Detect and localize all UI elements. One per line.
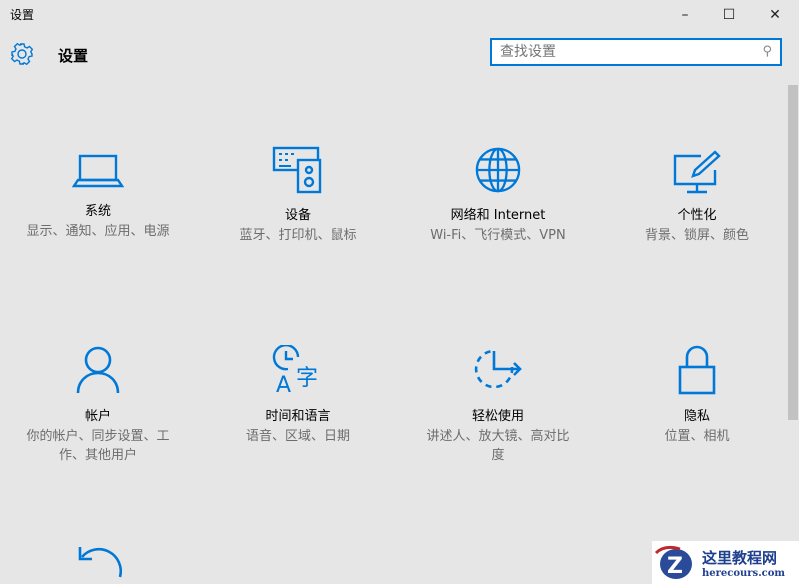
personalization-icon: [673, 150, 721, 194]
svg-text:Z: Z: [667, 554, 683, 579]
close-button[interactable]: ✕: [752, 0, 798, 30]
search-input[interactable]: [492, 40, 750, 64]
laptop-icon: [72, 154, 124, 188]
tile-title: 轻松使用: [471, 409, 524, 424]
tile-title: 网络和 Internet: [450, 208, 546, 223]
tile-subtitle: 背景、锁屏、颜色: [644, 228, 749, 243]
watermark-name: 这里教程网: [702, 548, 778, 567]
scrollbar-thumb[interactable]: [788, 85, 798, 420]
tile-title: 时间和语言: [265, 409, 331, 424]
watermark: Z 这里教程网 herecours.com: [652, 541, 799, 584]
tile-subtitle: 语音、区域、日期: [245, 429, 350, 444]
tile-accounts[interactable]: 帐户 你的帐户、同步设置、工作、其他用户: [13, 345, 183, 465]
update-icon: [78, 547, 123, 578]
lock-icon: [678, 345, 716, 395]
svg-text:字: 字: [296, 366, 318, 391]
minimize-button[interactable]: –: [662, 0, 708, 30]
tile-title: 系统: [84, 204, 111, 219]
tile-network[interactable]: 网络和 Internet Wi-Fi、飞行模式、VPN: [413, 146, 583, 245]
tile-subtitle: 显示、通知、应用、电源: [26, 224, 170, 239]
gear-icon: [10, 42, 34, 66]
tile-title: 个性化: [677, 208, 717, 223]
tile-subtitle: Wi-Fi、飞行模式、VPN: [430, 228, 566, 243]
devices-icon: [272, 146, 322, 194]
tile-update-security[interactable]: [13, 543, 183, 584]
svg-text:A: A: [276, 373, 291, 395]
page-title: 设置: [58, 47, 89, 65]
tile-title: 隐私: [683, 409, 710, 424]
watermark-logo: Z: [654, 545, 692, 579]
search-box[interactable]: ⚲: [490, 38, 782, 66]
tile-ease-of-access[interactable]: 轻松使用 讲述人、放大镜、高对比度: [413, 345, 583, 465]
tile-subtitle: 讲述人、放大镜、高对比度: [426, 429, 570, 463]
search-icon[interactable]: ⚲: [762, 44, 772, 59]
maximize-button[interactable]: ☐: [706, 0, 752, 30]
window-title: 设置: [10, 8, 35, 22]
tile-personalization[interactable]: 个性化 背景、锁屏、颜色: [612, 148, 782, 245]
tile-subtitle: 你的帐户、同步设置、工作、其他用户: [26, 429, 170, 463]
tile-privacy[interactable]: 隐私 位置、相机: [612, 345, 782, 446]
tile-subtitle: 蓝牙、打印机、鼠标: [239, 228, 357, 243]
tile-title: 设备: [284, 208, 311, 223]
tile-devices[interactable]: 设备 蓝牙、打印机、鼠标: [213, 146, 383, 245]
ease-of-access-icon: [474, 349, 522, 389]
tile-subtitle: 位置、相机: [664, 429, 730, 444]
tile-title: 帐户: [84, 409, 111, 424]
tile-system[interactable]: 系统 显示、通知、应用、电源: [13, 150, 183, 241]
person-icon: [76, 346, 120, 394]
watermark-url: herecours.com: [702, 567, 786, 579]
globe-icon: [475, 147, 521, 193]
time-language-icon: A字: [272, 345, 318, 395]
tile-time-language[interactable]: A字 时间和语言 语音、区域、日期: [213, 345, 383, 446]
